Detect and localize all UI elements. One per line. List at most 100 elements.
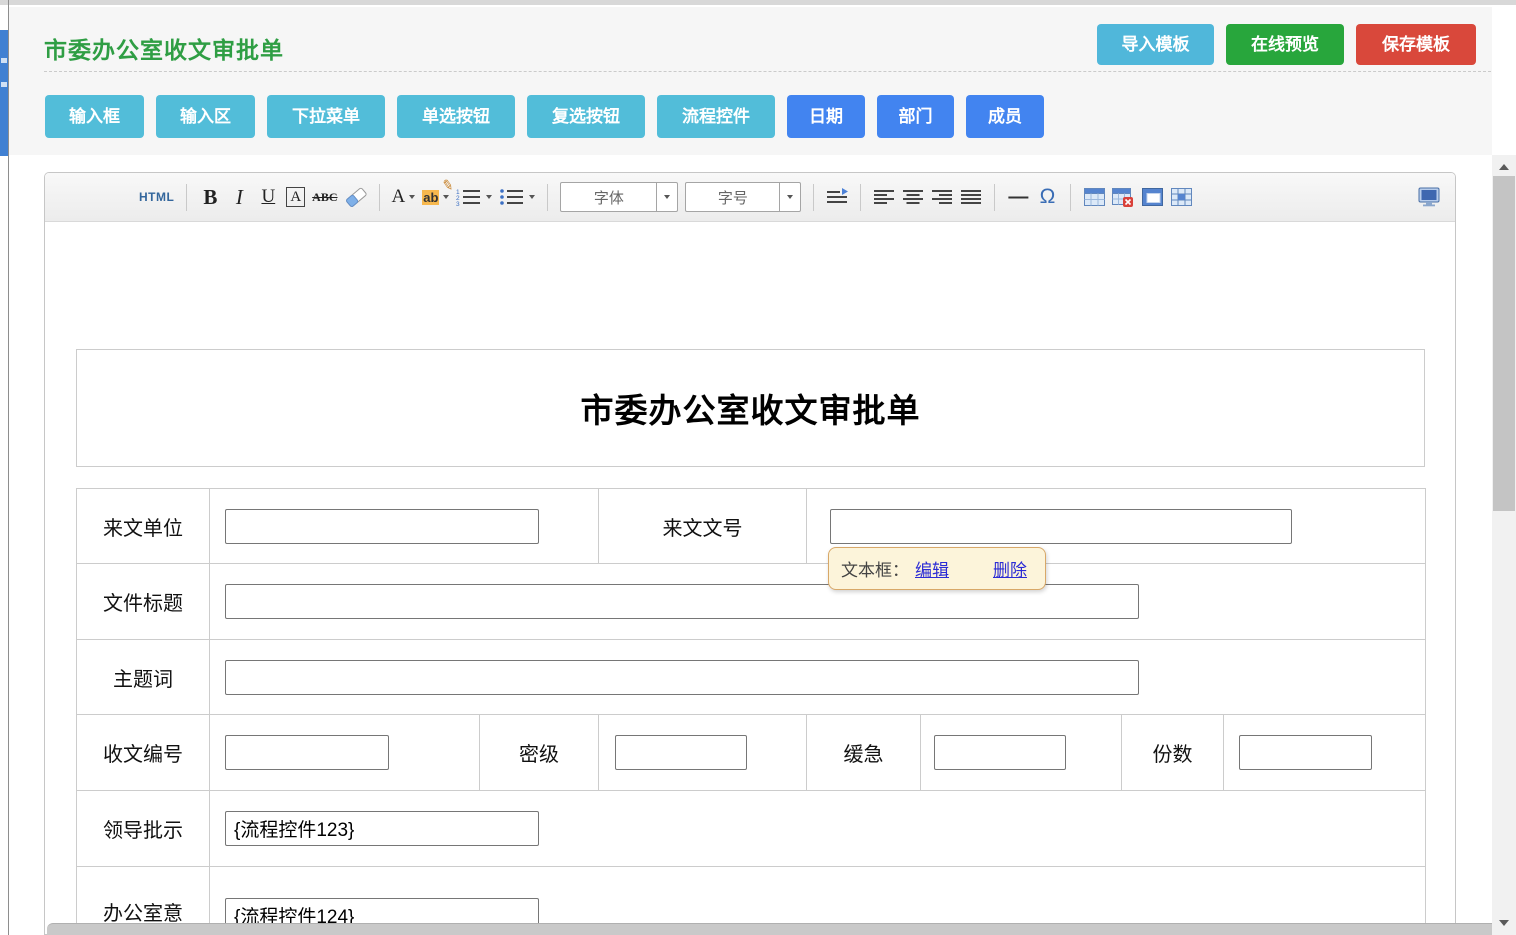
align-right-icon [932,189,952,206]
table-row: 领导批示 [77,791,1426,867]
secrecy-input[interactable] [615,735,747,770]
insert-textarea-button[interactable]: 输入区 [156,95,255,138]
rich-text-editor: HTML B I U A ABC A ab ✎ 123 [44,172,1456,935]
header-panel: 市委办公室收文审批单 导入模板 在线预览 保存模板 输入框 输入区 下拉菜单 单… [9,7,1492,155]
scroll-up-icon [1499,164,1509,170]
underline-button[interactable]: U [257,180,279,214]
form-title: 市委办公室收文审批单 [581,384,921,432]
align-left-button[interactable] [873,180,895,214]
special-char-button[interactable]: Ω [1036,180,1058,214]
dropdown-caret-icon [409,195,415,199]
urgency-input[interactable] [934,735,1066,770]
editor-content-area[interactable]: 市委办公室收文审批单 来文单位 来文文号 文件标题 主题词 收文编 [45,222,1455,935]
fullscreen-button[interactable] [1417,180,1441,214]
insert-department-button[interactable]: 部门 [877,95,954,138]
receipt-no-input[interactable] [225,735,389,770]
highlight-color-button[interactable]: ab ✎ [422,180,449,214]
scrollbar-thumb[interactable] [1493,176,1515,511]
toolbar-separator [994,184,995,211]
copies-input[interactable] [1239,735,1372,770]
subject-input[interactable] [225,660,1139,695]
source-unit-label: 来文单位 [77,489,210,564]
toolbar-separator [813,184,814,211]
dropdown-caret-icon [486,195,492,199]
scrollbar-down-button[interactable] [1492,913,1516,933]
page-title: 市委办公室收文审批单 [44,31,284,65]
delete-table-button[interactable] [1112,180,1134,214]
align-justify-icon [961,189,981,206]
pencil-icon: ✎ [440,176,455,195]
table-properties-button[interactable] [1141,180,1163,214]
insert-table-button[interactable] [1083,180,1105,214]
eraser-icon [345,187,367,207]
background-window-strip [0,30,8,156]
form-title-box: 市委办公室收文审批单 [76,349,1425,467]
doc-number-label: 来文文号 [599,489,807,564]
source-unit-input[interactable] [225,509,539,544]
select-arrow [779,183,800,211]
doc-number-input[interactable] [830,509,1292,544]
delete-field-link[interactable]: 删除 [993,556,1027,581]
insert-flow-control-button[interactable]: 流程控件 [657,95,775,138]
horizontal-rule-button[interactable]: — [1007,180,1029,214]
remove-format-button[interactable] [345,180,367,214]
toolbar-separator [547,184,548,211]
select-arrow [656,183,677,211]
align-center-button[interactable] [902,180,924,214]
dropdown-caret-icon [529,195,535,199]
font-style-button[interactable]: A [286,187,305,207]
table-row: 主题词 [77,640,1426,715]
table-properties-icon [1142,187,1163,207]
doc-title-label: 文件标题 [77,564,210,640]
insert-member-button[interactable]: 成员 [966,95,1044,138]
italic-button[interactable]: I [228,180,250,214]
save-template-button[interactable]: 保存模板 [1356,24,1476,65]
toolbar-separator [186,184,187,211]
editor-bottom-bar [47,923,1492,935]
ordered-list-button[interactable]: 123 [456,180,492,214]
insert-date-button[interactable]: 日期 [787,95,865,138]
subject-label: 主题词 [77,640,210,715]
cell-properties-button[interactable] [1170,180,1192,214]
dropdown-caret-icon [443,195,449,199]
table-row: 文件标题 [77,564,1426,640]
online-preview-button[interactable]: 在线预览 [1226,24,1344,65]
html-source-button[interactable]: HTML [139,180,174,214]
dropdown-caret-icon [787,195,793,199]
copies-label: 份数 [1122,715,1224,791]
insert-checkbox-button[interactable]: 复选按钮 [527,95,645,138]
delete-table-icon [1112,187,1134,207]
font-size-select[interactable]: 字号 [685,182,801,212]
window-top-edge [0,0,1516,5]
unordered-list-icon [499,188,525,206]
indent-button[interactable] [826,180,848,214]
dropdown-caret-icon [664,195,670,199]
receipt-no-label: 收文编号 [77,715,210,791]
scrollbar-up-button[interactable] [1492,157,1516,177]
leader-note-label: 领导批示 [77,791,210,867]
field-action-tooltip: 文本框： 编辑 删除 [828,547,1046,590]
dashed-divider [44,71,1491,72]
align-center-icon [903,189,923,206]
insert-radio-button[interactable]: 单选按钮 [397,95,515,138]
toolbar-separator [860,184,861,211]
align-justify-button[interactable] [960,180,982,214]
cell-properties-icon [1171,187,1192,207]
bold-button[interactable]: B [199,180,221,214]
import-template-button[interactable]: 导入模板 [1097,24,1214,65]
control-button-row: 输入框 输入区 下拉菜单 单选按钮 复选按钮 流程控件 日期 部门 成员 [45,95,1044,138]
strip-mark [1,82,7,87]
align-right-button[interactable] [931,180,953,214]
font-family-select[interactable]: 字体 [560,182,678,212]
table-row: 来文单位 来文文号 [77,489,1426,564]
edit-field-link[interactable]: 编辑 [915,556,949,581]
secrecy-label: 密级 [480,715,599,791]
font-color-button[interactable]: A [392,180,416,214]
insert-input-box-button[interactable]: 输入框 [45,95,144,138]
unordered-list-button[interactable] [499,180,535,214]
strikethrough-button[interactable]: ABC [312,180,337,214]
form-table: 来文单位 来文文号 文件标题 主题词 收文编号 密级 缓急 份数 [76,488,1426,935]
tooltip-type-label: 文本框： [841,556,909,581]
insert-dropdown-button[interactable]: 下拉菜单 [267,95,385,138]
leader-note-input[interactable] [225,811,539,846]
